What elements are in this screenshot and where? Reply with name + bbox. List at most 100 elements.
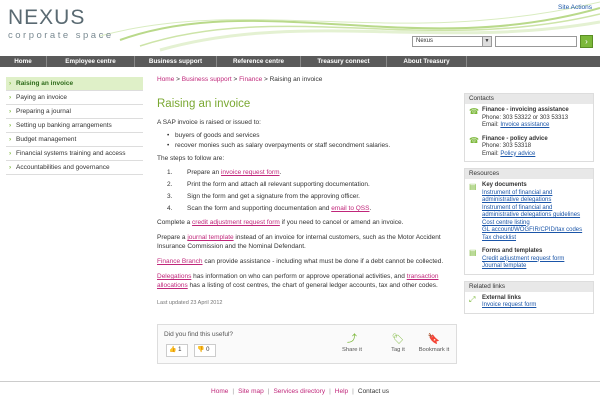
text: has information on who can perform or ap… (191, 273, 405, 280)
steps-list: 1. Prepare an invoice request form. 2. Pri… (167, 167, 457, 215)
step-item: 3. Sign the form and get a signature from… (167, 191, 457, 203)
footer-contact-link[interactable]: Contact us (358, 388, 389, 395)
external-link-icon: ⤢ (469, 294, 476, 304)
site-header: NEXUS corporate space Site Actions Nexus… (0, 0, 600, 54)
sidebar-item-accountabilities[interactable]: Accountabilities and governance (6, 161, 143, 175)
bookmark-label: Bookmark it (418, 347, 450, 353)
chevron-down-icon: ▼ (482, 37, 491, 46)
step-text: . (279, 169, 282, 176)
tag-button[interactable]: 🏷 Tag it (378, 333, 418, 353)
breadcrumb-home[interactable]: Home (157, 76, 174, 83)
invoice-assistance-email-link[interactable]: Invoice assistance (500, 122, 549, 128)
delegations-paragraph: Delegations has information on who can p… (157, 272, 457, 290)
nav-reference-centre[interactable]: Reference centre (217, 56, 301, 67)
last-updated: Last updated 23 April 2012 (157, 300, 223, 306)
sidebar-item-raising-invoice[interactable]: Raising an invoice (6, 77, 143, 91)
nav-home[interactable]: Home (0, 56, 47, 67)
document-icon: ▤ (469, 182, 477, 191)
finance-branch-link[interactable]: Finance Branch (157, 258, 203, 265)
step-item: 2. Print the form and attach all relevant… (167, 179, 457, 191)
purpose-list: buyers of goods and services recover mon… (167, 131, 457, 151)
site-actions-menu[interactable]: Site Actions (558, 4, 592, 11)
branch-paragraph: Finance Branch can provide assistance - … (157, 257, 457, 266)
policy-advice-email-link[interactable]: Policy advice (500, 151, 535, 157)
external-links: ⤢ External links Invoice request form (465, 292, 593, 313)
resource-link[interactable]: Credit adjustment request form (482, 256, 564, 262)
footer-sitemap-link[interactable]: Site map (238, 388, 264, 395)
sidebar-item-budget[interactable]: Budget management (6, 133, 143, 147)
share-label: Share it (342, 347, 362, 353)
key-documents: ▤ Key documents Instrument of financial … (465, 179, 593, 245)
footer-services-link[interactable]: Services directory (273, 388, 325, 395)
search-input[interactable] (495, 36, 577, 47)
share-icon: ⤴ (347, 334, 357, 345)
step-text: Sign the form and get a signature from t… (187, 193, 360, 200)
nav-employee-centre[interactable]: Employee centre (47, 56, 135, 67)
text: Complete a (157, 219, 193, 226)
footer-home-link[interactable]: Home (211, 388, 228, 395)
nav-treasury-connect[interactable]: Treasury connect (301, 56, 387, 67)
feedback-question: Did you find this useful? (164, 331, 234, 338)
no-count: 0 (206, 347, 210, 353)
forms-templates: ▤ Forms and templates Credit adjustment … (465, 245, 593, 274)
resource-link[interactable]: Journal template (482, 263, 526, 269)
nav-about-treasury[interactable]: About Treasury (387, 56, 467, 67)
bookmark-button[interactable]: 🔖 Bookmark it (414, 333, 454, 353)
email-qss-link[interactable]: email to QSS (331, 205, 369, 212)
resource-link[interactable]: Instrument of financial and administrati… (482, 205, 580, 219)
breadcrumb-separator: > (264, 76, 268, 83)
list-item: buyers of goods and services (167, 131, 457, 141)
contacts-heading: Contacts (465, 94, 593, 104)
resource-link[interactable]: Instrument of financial and administrati… (482, 190, 552, 204)
list-item: recover monies such as salary overpaymen… (167, 141, 457, 151)
contact-phone: Phone: 303 53318 (482, 143, 532, 149)
intro-text: A SAP invoice is raised or issued to: (157, 119, 261, 126)
contact-title: Finance - policy advice (482, 135, 548, 142)
bookmark-icon: 🔖 (427, 334, 441, 345)
sidebar-item-preparing-journal[interactable]: Preparing a journal (6, 105, 143, 119)
logo[interactable]: NEXUS (8, 6, 85, 30)
breadcrumb-separator: > (233, 76, 238, 83)
delegations-link[interactable]: Delegations (157, 273, 191, 280)
text: Prepare a (157, 234, 188, 241)
step-item: 1. Prepare an invoice request form. (167, 169, 282, 176)
breadcrumb: Home > Business support > Finance > Rais… (157, 76, 457, 90)
steps-intro: The steps to follow are: (157, 155, 225, 162)
resource-link[interactable]: GL account/WOGFIR/CPID/tax codes (482, 227, 582, 233)
footer-help-link[interactable]: Help (335, 388, 348, 395)
invoice-request-form-link[interactable]: invoice request form (221, 169, 280, 176)
journal-template-link[interactable]: journal template (187, 234, 233, 241)
sidebar-item-paying-invoice[interactable]: Paying an invoice (6, 91, 143, 105)
search-scope-value: Nexus (416, 38, 434, 44)
breadcrumb-business-support[interactable]: Business support (182, 76, 232, 83)
nav-business-support[interactable]: Business support (135, 56, 217, 67)
step-text: Print the form and attach all relevant s… (187, 181, 370, 188)
text: has a listing of cost centres, the chart… (187, 282, 438, 289)
footer-divider (0, 381, 600, 382)
resource-link[interactable]: Tax checklist (482, 235, 516, 241)
breadcrumb-finance[interactable]: Finance (239, 76, 262, 83)
text: if you need to cancel or amend an invoic… (279, 219, 404, 226)
credit-adjustment-link[interactable]: credit adjustment request form (192, 219, 280, 226)
breadcrumb-separator: > (176, 76, 180, 83)
thumbs-up-button[interactable]: 👍 1 (166, 344, 188, 357)
right-sidebar: Contacts ☎ Finance - invoicing assistanc… (464, 93, 594, 320)
forms-title: Forms and templates (482, 248, 543, 254)
sidebar-item-training[interactable]: Financial systems training and access (6, 147, 143, 161)
yes-count: 1 (178, 347, 182, 353)
tag-label: Tag it (391, 347, 405, 353)
page-title: Raising an invoice (157, 98, 251, 110)
related-links-box: Related links ⤢ External links Invoice r… (464, 280, 594, 314)
sidebar-item-banking[interactable]: Setting up banking arrangements (6, 119, 143, 133)
phone-icon: ☎ (469, 107, 479, 116)
form-icon: ▤ (469, 248, 477, 257)
related-links-heading: Related links (465, 281, 593, 292)
logo-tagline: corporate space (8, 30, 114, 41)
share-button[interactable]: ⤴ Share it (332, 333, 372, 353)
search-button[interactable]: › (580, 35, 593, 48)
invoice-request-form-link[interactable]: Invoice request form (482, 302, 536, 308)
thumbs-down-button[interactable]: 👎 0 (194, 344, 216, 357)
resource-link[interactable]: Cost centre listing (482, 220, 530, 226)
search-scope-select[interactable]: Nexus ▼ (412, 36, 492, 47)
feedback-panel: Did you find this useful? 👍 1 👎 0 ⤴ Share… (157, 324, 457, 364)
